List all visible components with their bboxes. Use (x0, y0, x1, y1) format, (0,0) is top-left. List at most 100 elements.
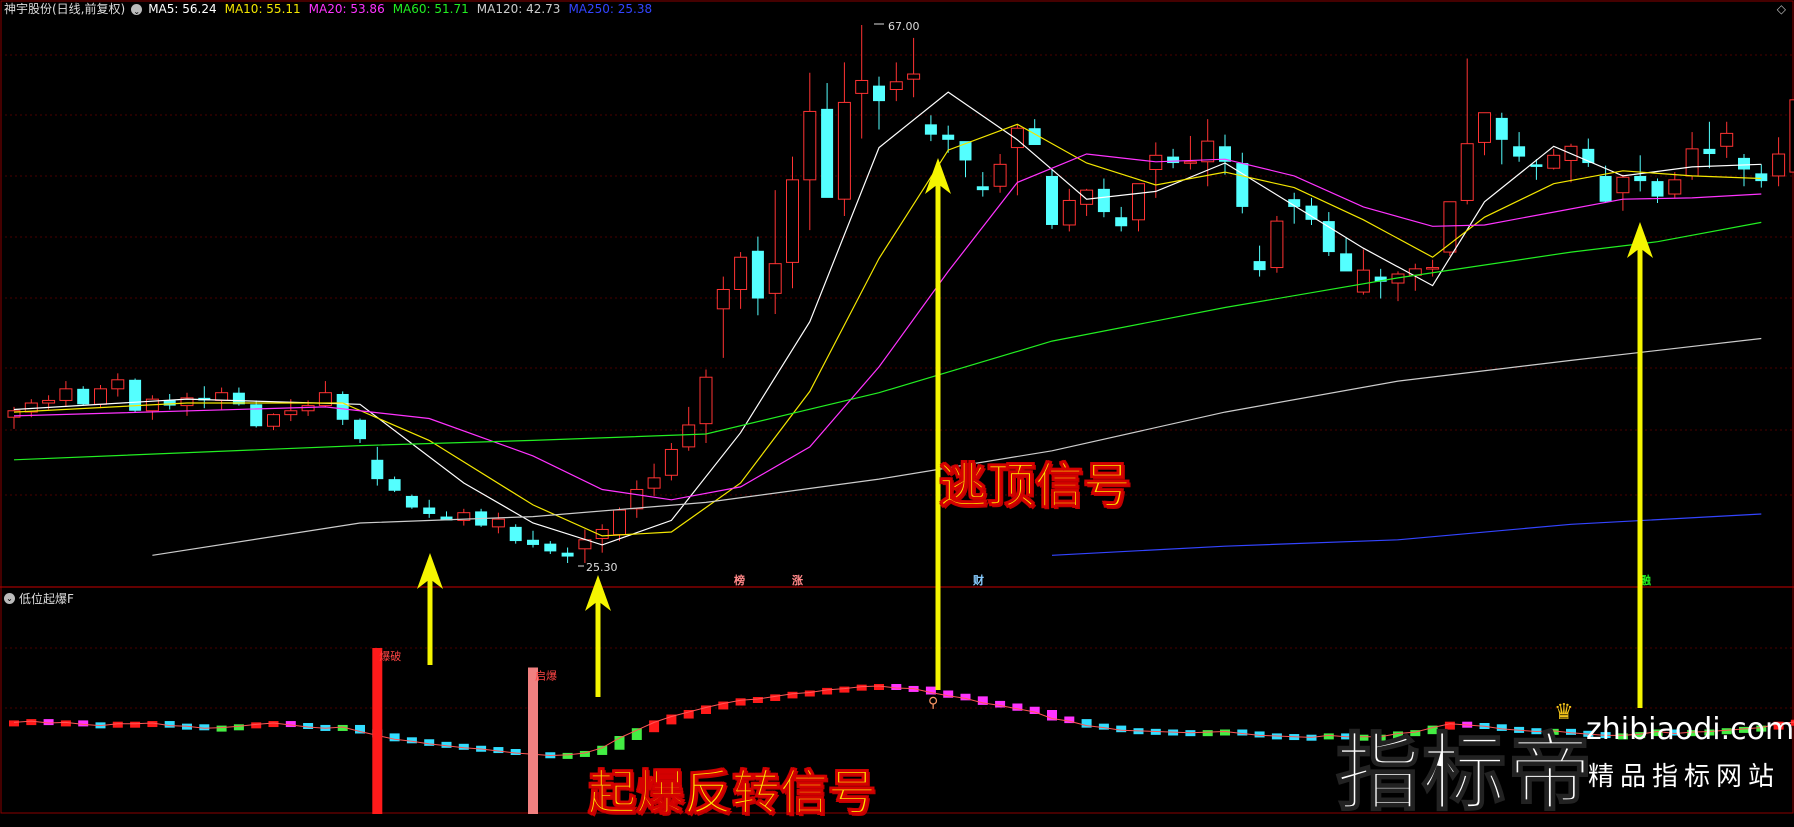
indicator-bar (303, 723, 314, 729)
candle (1599, 165, 1612, 204)
candle-body (1772, 153, 1786, 177)
indicator-bar (441, 741, 452, 748)
candle-body (1495, 117, 1508, 140)
candle-body (544, 543, 557, 552)
ma-line-ma250 (1051, 513, 1762, 556)
candle-body (1132, 183, 1145, 221)
candle (751, 236, 764, 316)
candle (1322, 212, 1335, 256)
chart-header: 神宇股份(日线,前复权) ⌄ MA5: 56.24 MA10: 55.11 MA20… (4, 1, 652, 17)
candle (1374, 268, 1387, 299)
candle-body (1115, 217, 1128, 227)
candle-body (77, 388, 90, 405)
indicator-bar (1254, 731, 1265, 738)
indicator-bar (839, 686, 850, 693)
price-low-label: 25.30 (586, 561, 618, 574)
indicator-bar (216, 725, 227, 732)
candle (1115, 206, 1128, 232)
indicator-bar (562, 752, 573, 759)
indicator-bar (406, 737, 417, 744)
candle (959, 141, 972, 178)
price-high-label: 67.00 (888, 20, 920, 33)
candle (768, 190, 782, 314)
candle (1183, 135, 1197, 170)
candle-body (1046, 175, 1058, 225)
candle (578, 529, 592, 563)
candle (1651, 178, 1664, 204)
candle-body (716, 288, 730, 310)
candle (215, 387, 229, 410)
candle-body (1634, 175, 1647, 182)
candle (457, 508, 471, 526)
candle (1426, 259, 1440, 277)
candle-body (267, 414, 280, 427)
candle (682, 406, 696, 451)
candle (1530, 159, 1543, 180)
candle-body (1478, 112, 1491, 143)
candle (1219, 134, 1231, 175)
candle-body (1062, 199, 1076, 226)
candle-body (1703, 148, 1716, 155)
sub-settings-icon[interactable]: ⌄ (4, 593, 15, 604)
event-tag: 财 (972, 573, 984, 587)
candlestick-chart[interactable]: 67.0025.30榜涨财融爆破启爆⚲ (0, 0, 1794, 816)
candle-body (284, 410, 298, 416)
collapse-toggle-icon[interactable]: ◇ (1777, 2, 1786, 16)
candle (1478, 112, 1491, 156)
candle (250, 400, 263, 428)
candle-body (1668, 179, 1682, 195)
indicator-settings-icon[interactable]: ⌄ (131, 3, 143, 16)
candle (1513, 132, 1526, 162)
candle-body (613, 509, 626, 536)
ma-legend-item: MA120: 42.73 (476, 2, 561, 16)
candle (889, 62, 903, 102)
candle (1495, 112, 1508, 165)
candle (405, 494, 418, 509)
candle-body (371, 459, 384, 480)
signal-bar-qi_bao (528, 667, 538, 814)
candle (1167, 148, 1180, 169)
candle (77, 386, 90, 406)
candle (1703, 121, 1716, 169)
candle (7, 406, 21, 429)
event-tag: 榜 (734, 573, 745, 587)
candle-body (1236, 163, 1249, 207)
candle-body (647, 477, 661, 489)
candle (1010, 124, 1024, 196)
candle-body (94, 388, 107, 405)
indicator-bar (285, 721, 296, 728)
candle-body (336, 393, 349, 420)
escape-marker-icon: ⚲ (928, 695, 938, 711)
candle-body (59, 388, 73, 401)
signal-label-bao_po: 爆破 (379, 649, 401, 663)
candle (509, 524, 522, 544)
candle-body (993, 163, 1007, 187)
candle (561, 547, 574, 563)
candle-body (215, 392, 229, 401)
indicator-bar (130, 721, 141, 728)
candle (664, 443, 678, 481)
sub-chart-title: 低位起爆F (19, 592, 74, 606)
candle-body (837, 101, 851, 200)
candle-body (1599, 175, 1612, 202)
candle (491, 512, 505, 534)
candle-body (1322, 221, 1335, 253)
candle-body (250, 404, 263, 427)
indicator-bar (26, 719, 37, 726)
candle (993, 154, 1007, 193)
candle-body (786, 179, 799, 263)
candle (1685, 132, 1699, 180)
indicator-bar (735, 698, 746, 706)
candle-body (682, 424, 696, 448)
candle-body (1149, 154, 1163, 170)
indicator-bar (112, 721, 123, 728)
candle (59, 381, 73, 407)
candle-body (423, 507, 436, 514)
indicator-bar (804, 690, 815, 697)
candle-body (1547, 154, 1561, 169)
candle (267, 413, 280, 431)
candle (354, 418, 366, 444)
ma-legend-item: MA60: 51.71 (392, 2, 469, 16)
candle-body (907, 73, 921, 80)
watermark-en: zhibiaodi.com (1586, 712, 1794, 747)
